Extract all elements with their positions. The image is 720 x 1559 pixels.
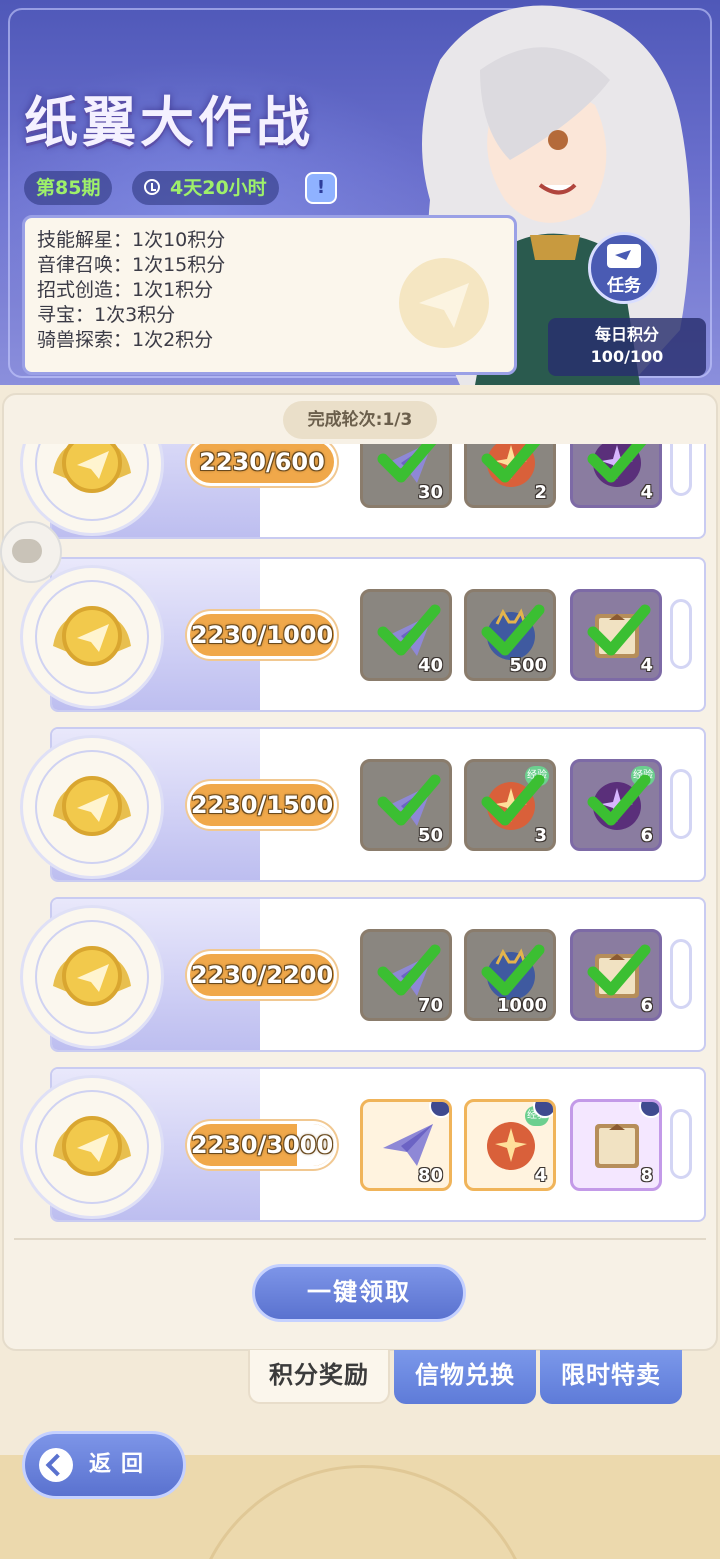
progress-bar: 2230/3000 [187,1121,337,1169]
daily-value: 100/100 [590,347,664,366]
issue-badge: 第85期 [24,171,113,205]
item-count: 500 [509,655,547,676]
reward-item[interactable]: 30 [360,444,452,508]
lock-icon [533,1102,553,1118]
item-count: 50 [417,825,443,846]
claimed-check-icon [587,942,651,998]
reward-item[interactable]: 2 [464,444,556,508]
recipe-book-icon [587,1114,647,1174]
reward-item[interactable]: 经验 6 [570,759,662,851]
item-count: 30 [417,482,443,503]
event-title: 纸翼大作战 [24,91,314,154]
item-count: 8 [640,1165,653,1186]
claimed-check-icon [481,444,545,485]
rules-book-icon[interactable]: ! [305,172,337,204]
coin-watermark-icon [399,258,489,348]
reward-row: 2230/600 30 2 4 [20,444,706,539]
chat-bubble-button[interactable] [0,521,62,583]
claimed-check-icon [587,602,651,658]
progress-text: 2230/3000 [190,1131,334,1159]
progress-text: 2230/1500 [190,791,334,819]
time-left: 4天20小时 [170,177,267,199]
progress-bar: 2230/1500 [187,781,337,829]
reward-item[interactable]: 8 [570,1099,662,1191]
item-count: 4 [640,482,653,503]
claimed-check-icon [481,772,545,828]
back-label: 返回 [89,1452,154,1477]
item-count: 70 [417,995,443,1016]
reward-list[interactable]: 2230/600 30 2 4 2230/1000 40 500 4 2230/1500 50 经验… [0,444,720,1224]
tab-limited-sale[interactable]: 限时特卖 [540,1350,682,1404]
round-badge: 完成轮次:1/3 [283,401,437,439]
daily-label: 每日积分 [594,325,659,344]
reward-item[interactable]: 4 [570,444,662,508]
reward-item[interactable]: 经验4 [464,1099,556,1191]
task-icon [607,244,641,268]
event-banner: 纸翼大作战 第85期 4天20小时 ! 技能解星：1次10积分 音律召唤：1次1… [0,0,720,385]
points-medal [20,1075,164,1219]
tab-token-exchange[interactable]: 信物兑换 [394,1350,536,1404]
item-count: 1000 [496,995,547,1016]
claimed-check-icon [377,942,441,998]
clock-icon [144,178,160,195]
reward-row: 2230/1000 40 500 4 [20,557,706,712]
chat-icon [12,539,42,563]
item-count: 40 [417,655,443,676]
row-ornament [670,939,692,1009]
reward-item[interactable]: 经验 3 [464,759,556,851]
item-count: 80 [417,1165,443,1186]
claim-all-button[interactable]: 一键领取 [252,1264,466,1322]
progress-text: 2230/2200 [190,961,334,989]
progress-bar: 2230/600 [187,444,337,486]
points-medal [20,905,164,1049]
row-ornament [670,769,692,839]
progress-bar: 2230/2200 [187,951,337,999]
reward-item[interactable]: 4 [570,589,662,681]
row-ornament [670,599,692,669]
item-count: 3 [534,825,547,846]
claimed-check-icon [481,602,545,658]
claimed-check-icon [587,772,651,828]
claimed-check-icon [377,444,441,485]
claimed-check-icon [481,942,545,998]
claimed-check-icon [377,602,441,658]
claimed-check-icon [587,444,651,485]
reward-item[interactable]: 70 [360,929,452,1021]
item-count: 2 [534,482,547,503]
reward-item[interactable]: 50 [360,759,452,851]
reward-item[interactable]: 500 [464,589,556,681]
tab-points-reward[interactable]: 积分奖励 [248,1350,390,1404]
claimed-check-icon [377,772,441,828]
row-ornament [670,444,692,496]
item-count: 4 [534,1165,547,1186]
progress-bar: 2230/1000 [187,611,337,659]
points-medal [20,565,164,709]
reward-row: 2230/3000 80 经验4 8 [20,1067,706,1222]
progress-text: 2230/1000 [190,621,334,649]
reward-item[interactable]: 40 [360,589,452,681]
task-label: 任务 [607,276,641,296]
reward-item[interactable]: 6 [570,929,662,1021]
divider [14,1238,706,1240]
item-count: 6 [640,995,653,1016]
progress-text: 2230/600 [199,448,325,476]
points-medal [20,735,164,879]
lock-icon [639,1102,659,1118]
reward-row: 2230/2200 70 1000 6 [20,897,706,1052]
row-ornament [670,1109,692,1179]
timer-badge: 4天20小时 [132,171,279,205]
rules-panel: 技能解星：1次10积分 音律召唤：1次15积分 招式创造：1次1积分 寻宝：1次… [22,215,517,375]
back-button[interactable]: 返回 [22,1431,186,1499]
item-count: 4 [640,655,653,676]
lock-icon [429,1102,449,1118]
daily-points: 每日积分 100/100 [548,318,706,376]
reward-row: 2230/1500 50 经验 3 经验 6 [20,727,706,882]
task-button[interactable]: 任务 [588,232,660,304]
reward-item[interactable]: 1000 [464,929,556,1021]
item-count: 6 [640,825,653,846]
back-arrow-icon [39,1448,73,1482]
reward-item[interactable]: 80 [360,1099,452,1191]
